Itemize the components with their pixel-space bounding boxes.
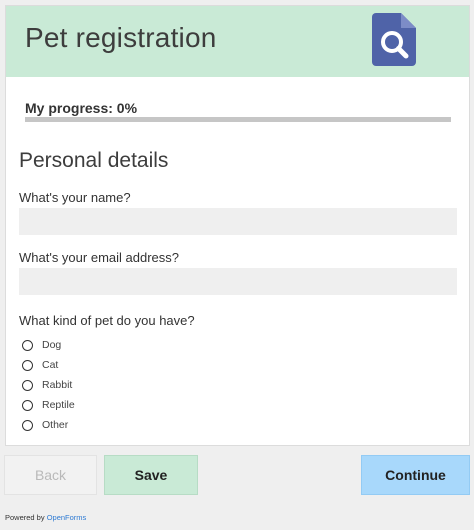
continue-button[interactable]: Continue [361,455,470,495]
email-input[interactable] [19,268,457,295]
radio-option-cat[interactable]: Cat [22,357,58,373]
email-field-label: What's your email address? [19,250,179,265]
form-header: Pet registration [6,6,469,77]
radio-option-dog[interactable]: Dog [22,337,61,353]
form-card: Pet registration My progress: 0% Persona… [5,5,470,446]
radio-button[interactable] [22,379,33,391]
radio-label: Rabbit [42,379,73,391]
footer-prefix: Powered by [5,513,45,522]
openforms-link[interactable]: OpenForms [47,513,87,522]
radio-button[interactable] [22,359,33,371]
section-title: Personal details [19,149,169,172]
save-button[interactable]: Save [104,455,198,495]
progress-label: My progress: 0% [25,100,138,116]
name-field-label: What's your name? [19,190,131,205]
radio-option-reptile[interactable]: Reptile [22,397,75,413]
radio-option-rabbit[interactable]: Rabbit [22,377,72,393]
search-document-icon [372,13,416,66]
radio-label: Other [42,419,69,431]
progress-bar [25,117,451,122]
radio-button[interactable] [22,419,33,431]
radio-button[interactable] [22,399,33,411]
footer-credit: Powered by OpenForms [5,513,86,522]
pet-field-label: What kind of pet do you have? [19,313,195,328]
radio-label: Reptile [42,399,75,411]
name-input[interactable] [19,208,457,235]
radio-option-other[interactable]: Other [22,417,68,433]
back-button[interactable]: Back [4,455,97,495]
page-title: Pet registration [25,22,217,53]
radio-label: Cat [42,359,59,371]
radio-label: Dog [42,339,62,351]
radio-button[interactable] [22,339,33,351]
